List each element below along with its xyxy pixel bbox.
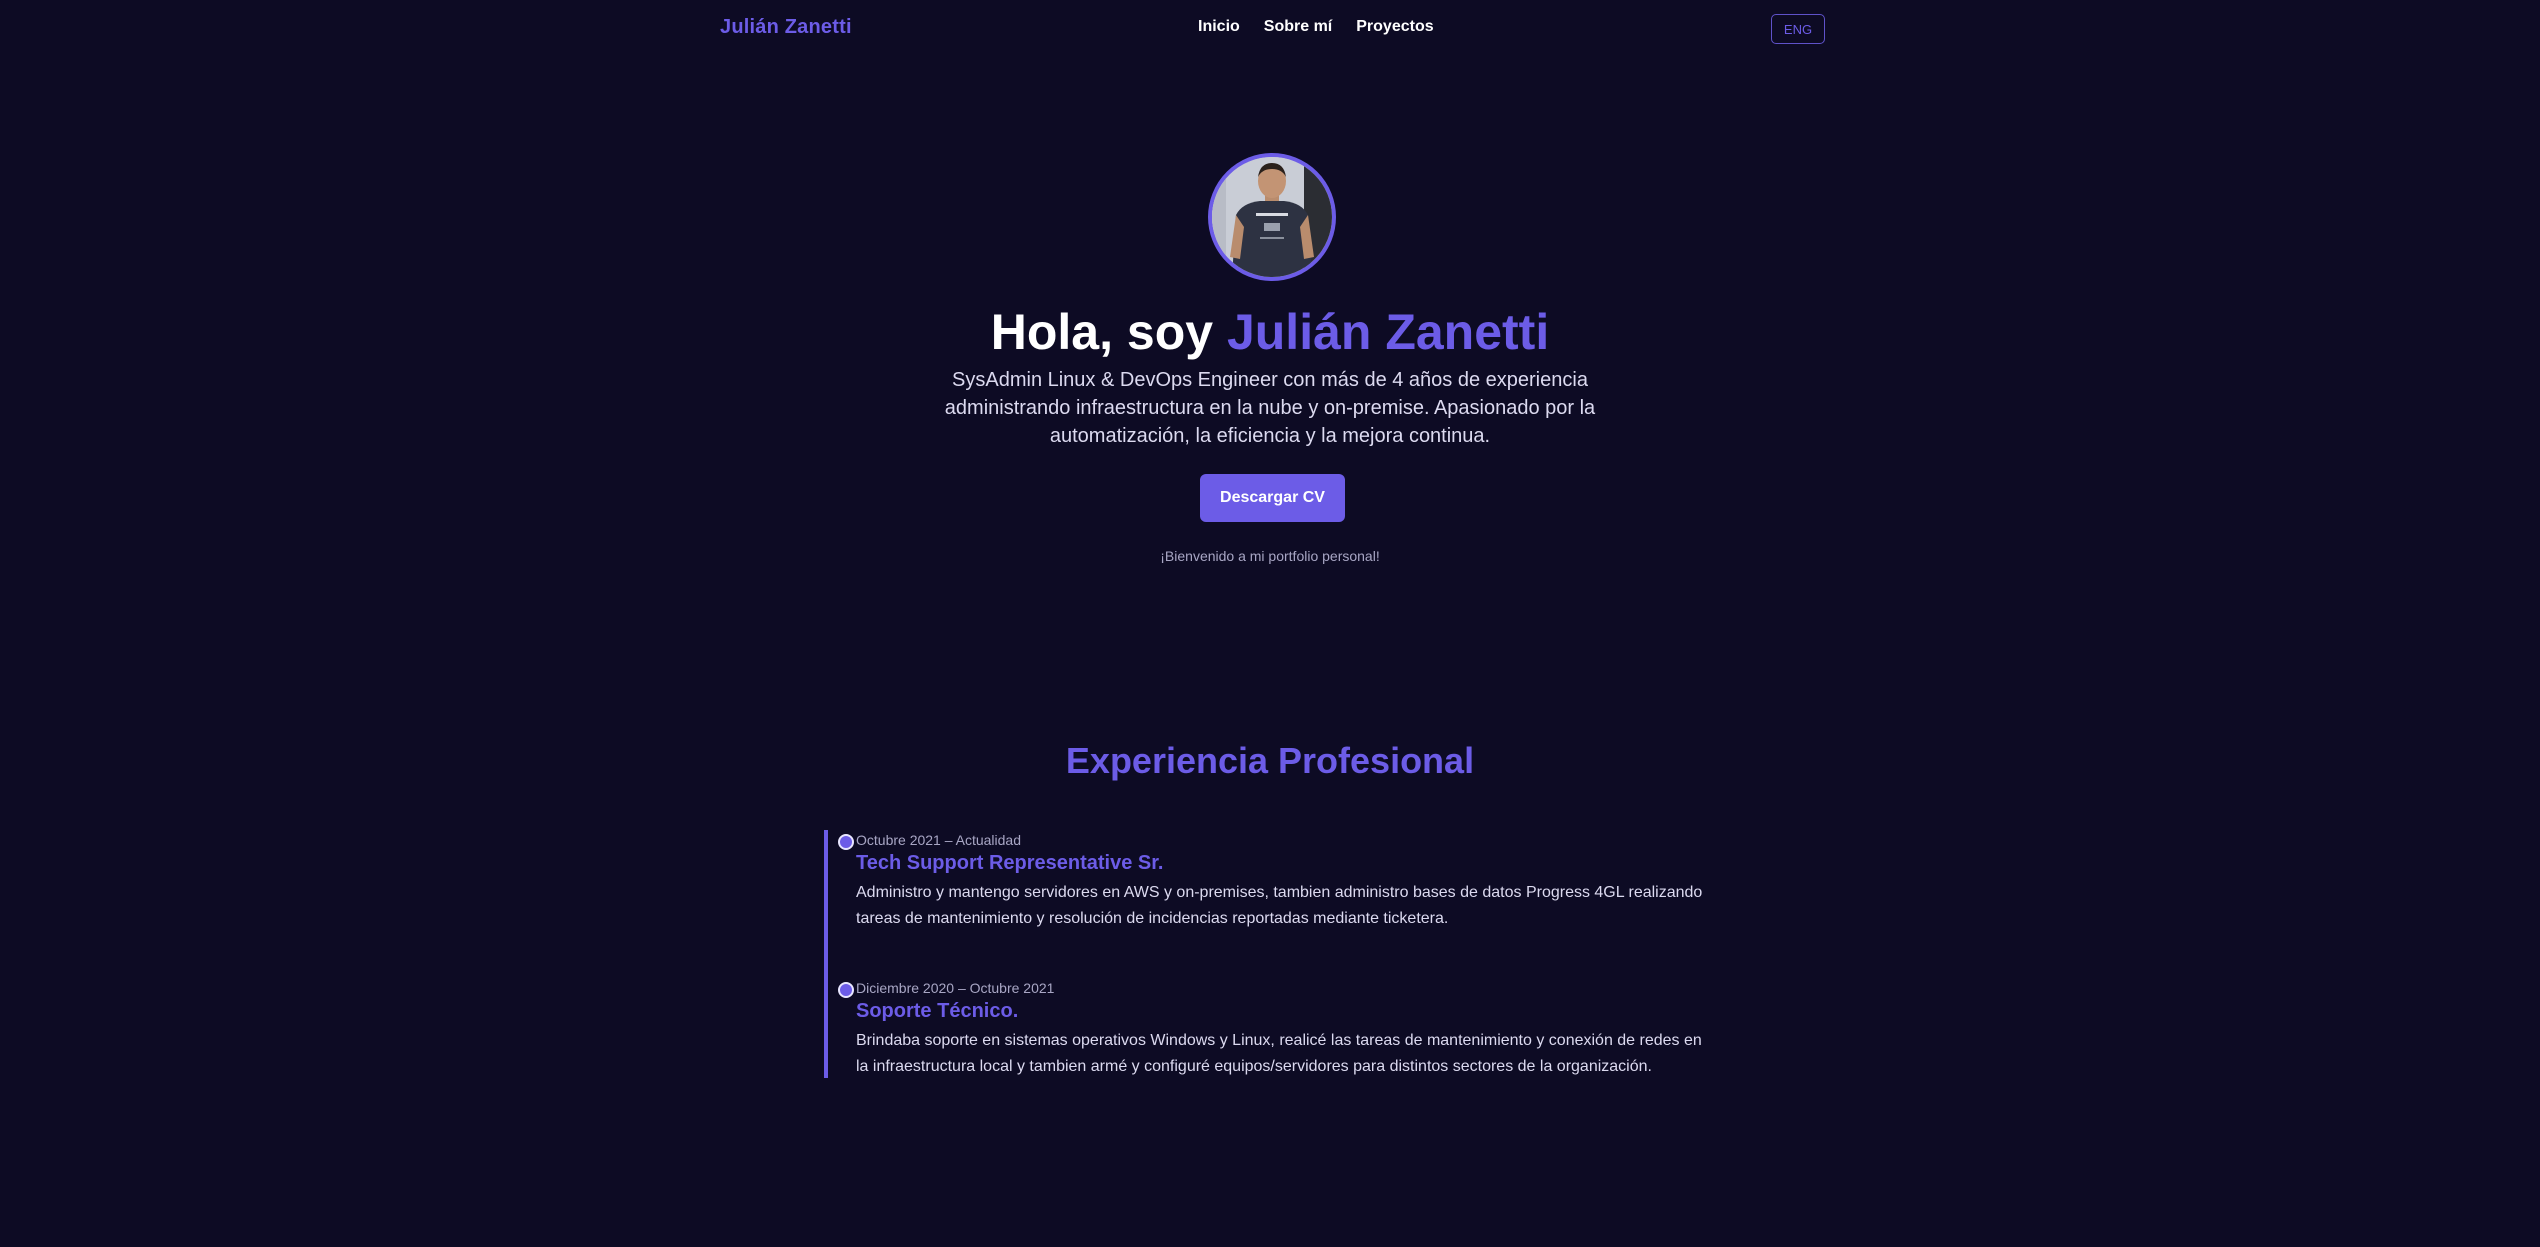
- profile-avatar: [1208, 153, 1336, 281]
- timeline-role: Tech Support Representative Sr.: [856, 852, 1164, 874]
- nav-links: Inicio Sobre mí Proyectos: [1198, 18, 1434, 36]
- experience-section-title: Experiencia Profesional: [1065, 740, 1475, 781]
- hero-title: Hola, soy Julián Zanetti: [0, 300, 2540, 364]
- nav-link-proyectos[interactable]: Proyectos: [1356, 18, 1433, 36]
- nav-link-sobre-mi[interactable]: Sobre mí: [1264, 18, 1332, 36]
- language-toggle-button[interactable]: ENG: [1771, 14, 1825, 44]
- timeline-dot-icon: [838, 834, 854, 850]
- experience-timeline: Octubre 2021 – Actualidad Tech Support R…: [824, 830, 1724, 1078]
- brand-logo[interactable]: Julián Zanetti: [720, 16, 852, 39]
- timeline-date: Diciembre 2020 – Octubre 2021: [856, 980, 1055, 996]
- hero-description: SysAdmin Linux & DevOps Engineer con más…: [944, 369, 1596, 447]
- timeline-date: Octubre 2021 – Actualidad: [856, 832, 1022, 848]
- profile-photo-illustration: [1212, 157, 1332, 277]
- hero-greeting: Hola, soy: [990, 304, 1227, 360]
- timeline-role: Soporte Técnico.: [856, 1000, 1019, 1022]
- nav-link-inicio[interactable]: Inicio: [1198, 18, 1240, 36]
- timeline-dot-icon: [838, 982, 854, 998]
- timeline-description: Administro y mantengo servidores en AWS …: [856, 884, 1703, 927]
- hero-name: Julián Zanetti: [1226, 304, 1550, 360]
- download-cv-button[interactable]: Descargar CV: [1200, 474, 1345, 522]
- navbar: Julián Zanetti Inicio Sobre mí Proyectos…: [0, 0, 2540, 58]
- timeline-description: Brindaba soporte en sistemas operativos …: [856, 1032, 1702, 1075]
- welcome-message: ¡Bienvenido a mi portfolio personal!: [1160, 548, 1380, 564]
